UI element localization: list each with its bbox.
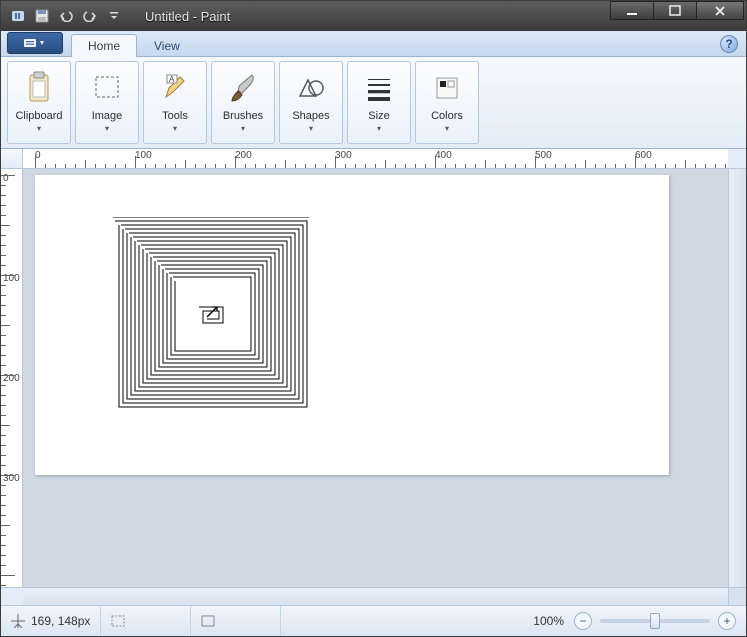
shapes-icon [296,68,326,108]
ruler-corner [1,149,23,169]
size-icon [364,68,394,108]
group-tools[interactable]: A Tools ▾ [143,61,207,144]
ruler-label: 500 [535,150,552,161]
square-spiral-drawing [113,217,313,417]
chevron-down-icon: ▾ [37,124,41,133]
ruler-label: 400 [435,150,452,161]
chevron-down-icon: ▾ [309,124,313,133]
group-label: Brushes [223,110,263,122]
brush-icon [226,68,260,108]
ruler-label: 200 [235,150,252,161]
crosshair-icon [11,614,25,628]
zoom-out-button[interactable]: − [574,612,592,630]
work-row: 0 100 200 300 [1,169,746,587]
group-label: Size [368,110,389,122]
quick-access-toolbar [1,6,125,26]
ribbon-tab-row: Home View ? [1,31,746,57]
zoom-thumb[interactable] [650,613,660,629]
horizontal-scrollbar[interactable] [23,587,728,605]
tab-view[interactable]: View [137,34,197,57]
selection-size-icon [111,615,125,627]
chevron-down-icon: ▾ [241,124,245,133]
svg-text:A: A [169,75,175,84]
zoom-track[interactable] [600,619,710,623]
group-size[interactable]: Size ▾ [347,61,411,144]
zoom-in-button[interactable]: + [718,612,736,630]
window-controls [611,1,744,20]
ruler-label: 300 [335,150,352,161]
vertical-scrollbar[interactable] [728,169,746,587]
cursor-position: 169, 148px [31,614,90,628]
group-clipboard[interactable]: Clipboard ▾ [7,61,71,144]
horizontal-ruler: 0 100 200 300 400 500 600 // tiny inline… [23,149,728,169]
hscroll-row [1,587,746,605]
scrollbar-corner [728,587,746,605]
group-label: Shapes [292,110,329,122]
group-shapes[interactable]: Shapes ▾ [279,61,343,144]
minimize-button[interactable] [610,1,654,20]
clipboard-icon [24,68,54,108]
group-image[interactable]: Image ▾ [75,61,139,144]
group-colors[interactable]: Colors ▾ [415,61,479,144]
selection-size-cell [101,606,191,635]
ribbon-panel: Clipboard ▾ Image ▾ A Tools ▾ Brushes ▾ … [1,57,746,149]
qat-more-dropdown[interactable] [103,6,125,26]
zoom-level: 100% [533,614,564,628]
group-label: Image [92,110,123,122]
ruler-pad [728,149,746,169]
group-label: Clipboard [15,110,62,122]
pencil-icon: A [160,68,190,108]
redo-icon[interactable] [79,6,101,26]
file-menu-button[interactable] [7,32,63,54]
canvas-size-cell [191,606,281,635]
ruler-label: 600 [635,150,652,161]
colors-icon [433,68,461,108]
paint-app-icon[interactable] [7,6,29,26]
maximize-button[interactable] [653,1,697,20]
ruler-wrap: 0 100 200 300 400 500 600 // tiny inline… [1,149,746,169]
cursor-position-cell: 169, 148px [1,606,101,635]
hscroll-pad [1,587,23,605]
chevron-down-icon: ▾ [445,124,449,133]
chevron-down-icon: ▾ [173,124,177,133]
group-label: Tools [162,110,188,122]
image-select-icon [92,68,122,108]
group-label: Colors [431,110,463,122]
ruler-label: 100 [135,150,152,161]
zoom-slider: − + [574,612,746,630]
close-button[interactable] [696,1,744,20]
undo-icon[interactable] [55,6,77,26]
chevron-down-icon: ▾ [105,124,109,133]
help-button[interactable]: ? [720,35,738,53]
vertical-ruler: 0 100 200 300 [1,169,23,587]
window-title: Untitled - Paint [145,9,230,24]
chevron-down-icon: ▾ [377,124,381,133]
save-icon[interactable] [31,6,53,26]
canvas[interactable] [35,175,669,475]
canvas-viewport[interactable] [23,169,728,587]
canvas-size-icon [201,615,215,627]
group-brushes[interactable]: Brushes ▾ [211,61,275,144]
titlebar: Untitled - Paint [1,1,746,31]
zoom-cell: 100% [523,606,574,635]
tab-home[interactable]: Home [71,34,137,57]
status-bar: 169, 148px 100% − + [1,605,746,635]
